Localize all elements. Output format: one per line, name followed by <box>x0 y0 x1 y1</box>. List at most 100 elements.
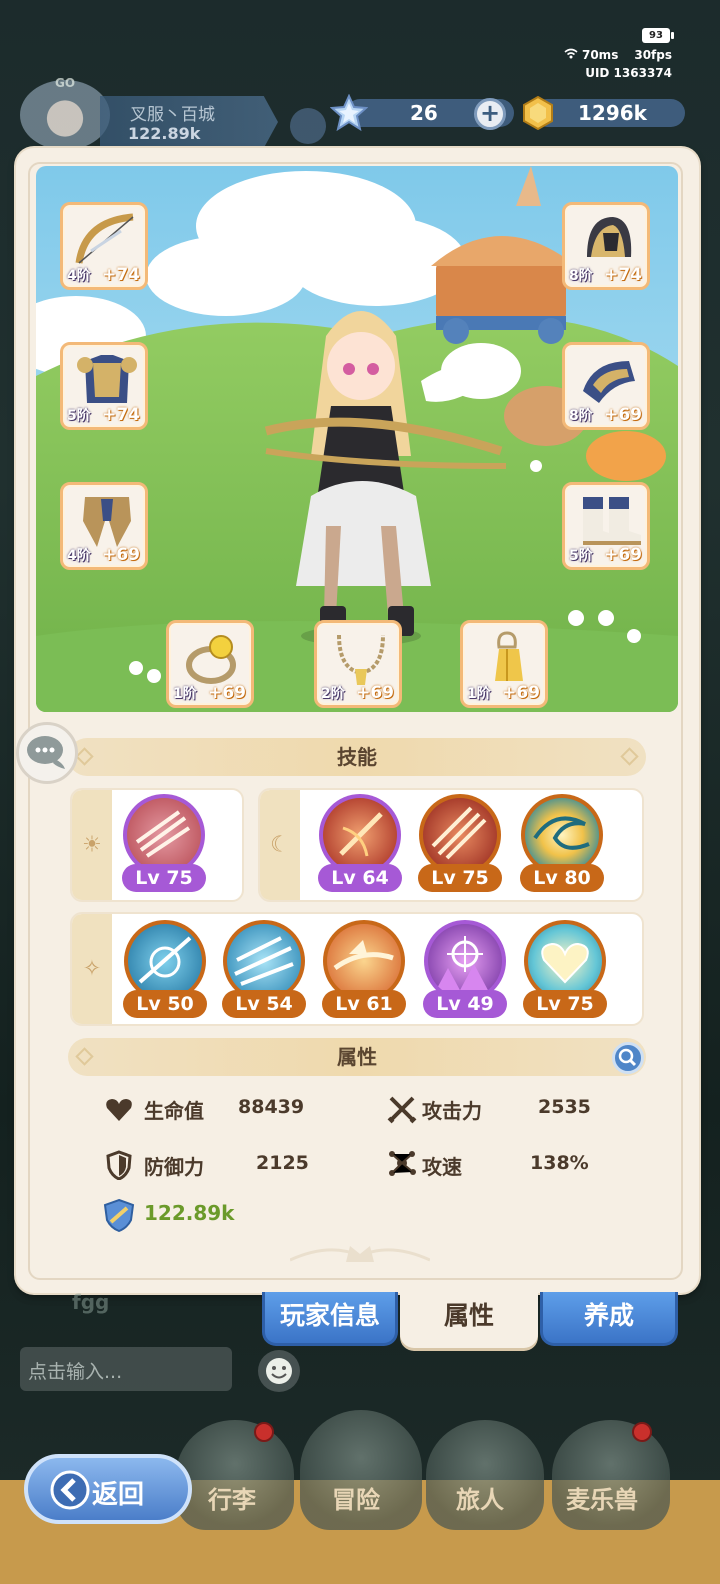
equipment-enhance: +69 <box>502 683 540 703</box>
equipment-tier: 5阶 <box>67 408 91 424</box>
fps-text: 30fps <box>634 48 672 62</box>
guild-power: 122.89k <box>128 124 201 143</box>
guild-shield-icon[interactable] <box>290 108 326 144</box>
skill-level: Lv 49 <box>423 990 507 1018</box>
skill-slot[interactable]: Lv 50 <box>121 920 209 1020</box>
guild-logo-text: GO <box>55 76 76 90</box>
equipment-slot-ring[interactable]: 1阶 +69 <box>166 620 254 708</box>
moon-icon: ☾ <box>270 832 290 858</box>
equipment-enhance: +69 <box>604 405 642 425</box>
attributes-header: 属性 <box>68 1038 646 1076</box>
attack-speed-value: 138% <box>530 1152 589 1174</box>
attack-label: 攻击力 <box>422 1099 482 1123</box>
panel-footer-ornament <box>290 1246 430 1262</box>
attack-value: 2535 <box>538 1096 591 1118</box>
tab-develop[interactable]: 养成 <box>540 1292 678 1346</box>
guild-logo[interactable] <box>20 80 110 150</box>
equipment-slot-boots[interactable]: 5阶 +69 <box>562 482 650 570</box>
equipment-slot-pendant[interactable]: 1阶 +69 <box>460 620 548 708</box>
equipment-slot-gloves[interactable]: 8阶 +69 <box>562 342 650 430</box>
bow-icon <box>75 213 134 264</box>
chat-bubble-button[interactable] <box>16 722 78 784</box>
defense-label: 防御力 <box>144 1155 204 1179</box>
attack-speed-label: 攻速 <box>422 1155 462 1179</box>
smiley-icon <box>266 1358 292 1384</box>
star-gem-icon <box>330 94 368 132</box>
tab-attributes[interactable]: 属性 <box>400 1292 538 1348</box>
necklace-icon <box>337 634 385 685</box>
skill-level: Lv 75 <box>418 864 502 892</box>
heart-icon <box>528 924 602 998</box>
defense-value: 2125 <box>256 1152 309 1174</box>
skill-level: Lv 61 <box>322 990 406 1018</box>
combat-power-icon <box>103 1198 135 1232</box>
equipment-tier: 8阶 <box>569 268 593 284</box>
vortex-icon <box>525 798 599 872</box>
combat-power-value: 122.89k <box>144 1201 235 1225</box>
chestplate-icon <box>77 355 137 403</box>
back-label: 返回 <box>92 1480 145 1510</box>
skill-slot[interactable]: Lv 75 <box>416 794 504 894</box>
helmet-icon <box>587 217 632 257</box>
gold-coin-icon <box>523 96 553 130</box>
wifi-icon <box>564 48 578 62</box>
skill-slot[interactable]: Lv 54 <box>220 920 308 1020</box>
heart-hp-icon <box>106 1099 132 1121</box>
skill-level: Lv 64 <box>318 864 402 892</box>
chat-bubble-icon <box>27 736 65 769</box>
equipment-enhance: +69 <box>102 545 140 565</box>
equipment-slot-necklace[interactable]: 2阶 +69 <box>314 620 402 708</box>
network-status: 70ms 30fps <box>564 48 672 62</box>
equipment-enhance: +69 <box>208 683 246 703</box>
skill-slot[interactable]: Lv 75 <box>521 920 609 1020</box>
equipment-tier: 8阶 <box>569 408 593 424</box>
triple-arrow-icon <box>423 798 497 872</box>
skill-level: Lv 75 <box>523 990 607 1018</box>
equipment-enhance: +74 <box>102 405 140 425</box>
wind-arrows-icon <box>227 924 301 998</box>
equipment-slot-pants[interactable]: 4阶 +69 <box>60 482 148 570</box>
equipment-enhance: +74 <box>102 265 140 285</box>
skill-slot[interactable]: Lv 80 <box>518 794 606 894</box>
equipment-tier: 1阶 <box>173 686 197 702</box>
battery-indicator: 93 <box>642 28 674 43</box>
attributes-title: 属性 <box>337 1045 377 1069</box>
sun-icon: ☀ <box>82 832 102 858</box>
uid-text: UID 1363374 <box>585 66 672 80</box>
sparkle-icon: ✧ <box>82 956 102 982</box>
skill-slot[interactable]: Lv 64 <box>316 794 404 894</box>
nav-pets-label: 麦乐兽 <box>566 1486 638 1514</box>
fire-arrow-icon <box>323 798 397 872</box>
target-icon <box>428 924 502 998</box>
tab-player-info[interactable]: 玩家信息 <box>262 1292 398 1346</box>
skill-level: Lv 54 <box>222 990 306 1018</box>
skill-slot[interactable]: Lv 49 <box>421 920 509 1020</box>
guild-name: 叉服丶百城 <box>130 105 215 125</box>
pendant-icon <box>495 631 523 681</box>
star-count: 26 <box>410 101 438 125</box>
attack-speed-icon <box>389 1151 416 1176</box>
skill-slot[interactable]: Lv 61 <box>320 920 408 1020</box>
emoji-button[interactable] <box>258 1350 300 1392</box>
nav-bag-label: 行李 <box>208 1486 256 1514</box>
skill-level: Lv 50 <box>123 990 207 1018</box>
skill-slot[interactable]: Lv 75 <box>120 794 208 894</box>
hp-label: 生命值 <box>144 1099 204 1123</box>
skill-level: Lv 80 <box>520 864 604 892</box>
hp-value: 88439 <box>238 1096 305 1118</box>
leg-armor-icon <box>83 497 131 547</box>
equipment-slot-helmet[interactable]: 8阶 +74 <box>562 202 650 290</box>
equipment-slot-armor[interactable]: 5阶 +74 <box>60 342 148 430</box>
gauntlet-icon <box>583 361 635 403</box>
notification-dot <box>254 1422 274 1442</box>
equipment-slot-weapon[interactable]: 4阶 +74 <box>60 202 148 290</box>
chat-input[interactable]: 点击输入... <box>20 1347 232 1391</box>
attribute-detail-search-button[interactable] <box>612 1042 644 1074</box>
add-star-button[interactable]: + <box>474 98 506 130</box>
multi-arrow-icon <box>127 798 201 872</box>
equipment-tier: 1阶 <box>467 686 491 702</box>
skill-level: Lv 75 <box>122 864 206 892</box>
skills-header: 技能 <box>68 738 646 776</box>
ring-icon <box>186 635 236 684</box>
nav-adventure-label: 冒险 <box>332 1486 380 1514</box>
